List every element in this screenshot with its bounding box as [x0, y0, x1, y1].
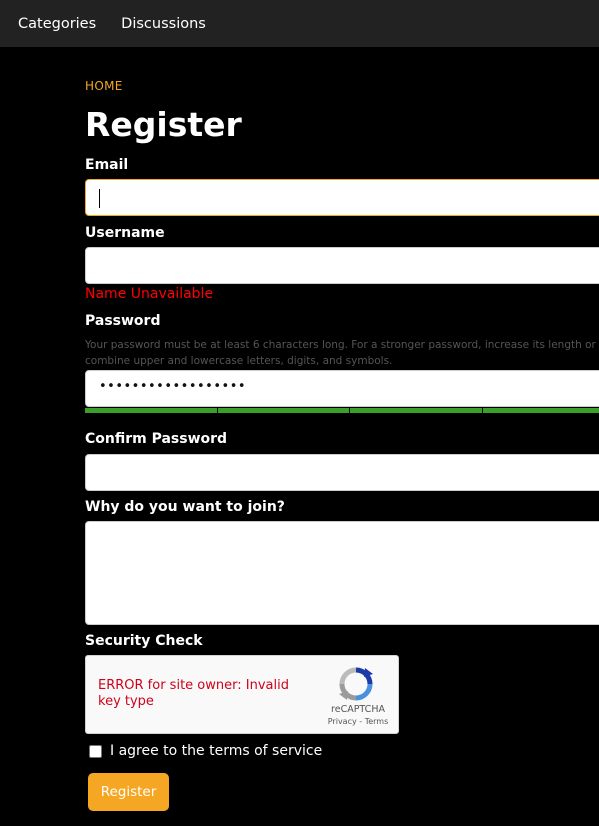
- security-check-label: Security Check: [85, 633, 203, 649]
- terms-agreement-row: I agree to the terms of service: [89, 743, 322, 759]
- confirm-password-field[interactable]: [85, 454, 599, 491]
- username-label: Username: [85, 225, 165, 241]
- recaptcha-error-message: ERROR for site owner: Invalid key type: [98, 678, 289, 709]
- recaptcha-brand-text: reCAPTCHA: [331, 704, 385, 715]
- terms-checkbox[interactable]: [89, 744, 102, 758]
- why-join-textarea[interactable]: [85, 521, 599, 625]
- why-join-label: Why do you want to join?: [85, 499, 285, 515]
- password-masked-value: ••••••••••••••••••: [99, 379, 247, 394]
- nav-discussions-link[interactable]: Discussions: [121, 16, 206, 32]
- strength-segment: [217, 408, 349, 413]
- strength-segment: [350, 408, 482, 413]
- password-label: Password: [85, 313, 161, 329]
- email-field[interactable]: [85, 179, 599, 216]
- recaptcha-privacy-terms-links[interactable]: Privacy - Terms: [322, 717, 394, 726]
- page-title: Register: [85, 105, 242, 144]
- text-cursor: [99, 189, 100, 208]
- confirm-password-label: Confirm Password: [85, 431, 228, 447]
- password-hint: Your password must be at least 6 charact…: [85, 339, 596, 367]
- recaptcha-widget[interactable]: ERROR for site owner: Invalid key type r…: [85, 655, 399, 734]
- strength-segment: [85, 408, 217, 413]
- register-submit-button[interactable]: Register: [88, 773, 169, 811]
- nav-categories-link[interactable]: Categories: [18, 16, 96, 32]
- password-field[interactable]: ••••••••••••••••••: [85, 370, 599, 407]
- username-error-message: Name Unavailable: [85, 286, 214, 302]
- email-label: Email: [85, 157, 129, 173]
- strength-segment: [482, 408, 599, 413]
- recaptcha-logo-icon: [339, 667, 373, 701]
- terms-agreement-label[interactable]: I agree to the terms of service: [110, 743, 322, 759]
- top-navbar: Categories Discussions: [0, 0, 599, 47]
- username-field[interactable]: [85, 247, 599, 284]
- breadcrumb-home-link[interactable]: HOME: [85, 79, 123, 93]
- password-strength-meter: [85, 408, 599, 413]
